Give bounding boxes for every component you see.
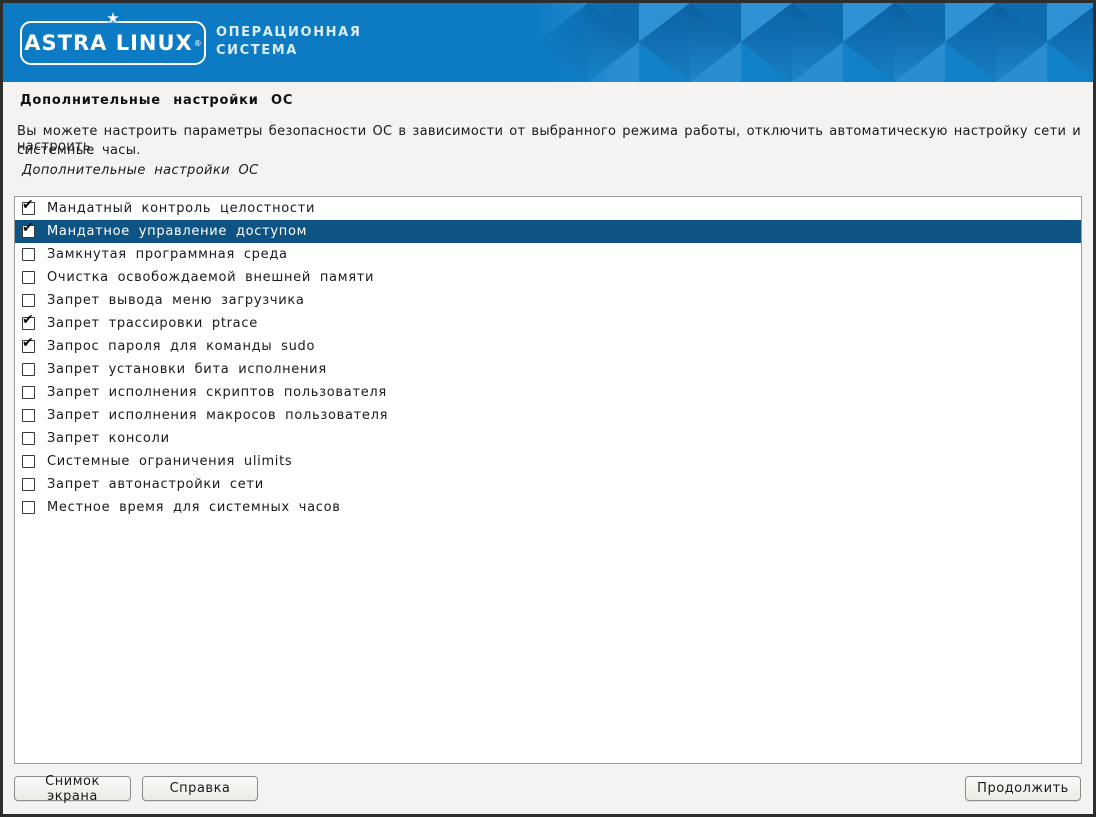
option-label: Запрет консоли xyxy=(47,431,170,446)
option-row[interactable]: ✔ Очистка освобождаемой внешней памяти xyxy=(15,266,1081,289)
header-facet-pattern xyxy=(537,3,1093,82)
option-label: Запрет исполнения макросов пользователя xyxy=(47,408,388,423)
checkbox[interactable]: ✔ xyxy=(22,294,35,307)
checkbox[interactable]: ✔ xyxy=(22,248,35,261)
option-row[interactable]: ✔ Системные ограничения ulimits xyxy=(15,450,1081,473)
checkbox[interactable]: ✔ xyxy=(22,455,35,468)
option-row[interactable]: ✔ Запрет трассировки ptrace xyxy=(15,312,1081,335)
option-label: Мандатное управление доступом xyxy=(47,224,307,239)
checkbox[interactable]: ✔ xyxy=(22,271,35,284)
installer-window: ★ ASTRA LINUX® ОПЕРАЦИОННАЯ СИСТЕМА Допо… xyxy=(0,0,1096,817)
option-label: Замкнутая программная среда xyxy=(47,247,288,262)
option-row[interactable]: ✔ Запрет исполнения макросов пользовател… xyxy=(15,404,1081,427)
option-row[interactable]: ✔ Мандатный контроль целостности xyxy=(15,197,1081,220)
option-label: Запрет трассировки ptrace xyxy=(47,316,258,331)
options-listbox: ✔ Мандатный контроль целостности ✔ Манда… xyxy=(14,196,1082,764)
logo-text: ASTRA LINUX xyxy=(24,31,192,55)
product-name-line1: ОПЕРАЦИОННАЯ xyxy=(216,24,361,42)
option-row[interactable]: ✔ Запрет установки бита исполнения xyxy=(15,358,1081,381)
checkbox[interactable]: ✔ xyxy=(22,363,35,376)
page-title: Дополнительные настройки ОС xyxy=(20,93,293,108)
page-description-line2: системные часы. xyxy=(17,143,141,158)
checkbox[interactable]: ✔ xyxy=(22,202,35,215)
option-label: Запрос пароля для команды sudo xyxy=(47,339,315,354)
checkmark-icon: ✔ xyxy=(22,336,34,350)
checkbox[interactable]: ✔ xyxy=(22,317,35,330)
option-row[interactable]: ✔ Запрет консоли xyxy=(15,427,1081,450)
option-row[interactable]: ✔ Местное время для системных часов xyxy=(15,496,1081,519)
checkbox[interactable]: ✔ xyxy=(22,432,35,445)
checkmark-icon: ✔ xyxy=(22,198,34,212)
option-row[interactable]: ✔ Запрет автонастройки сети xyxy=(15,473,1081,496)
option-label: Запрет исполнения скриптов пользователя xyxy=(47,385,387,400)
option-row[interactable]: ✔ Мандатное управление доступом xyxy=(15,220,1081,243)
checkbox[interactable]: ✔ xyxy=(22,225,35,238)
checkmark-icon: ✔ xyxy=(22,313,34,327)
checkbox[interactable]: ✔ xyxy=(22,409,35,422)
checkbox[interactable]: ✔ xyxy=(22,501,35,514)
product-name: ОПЕРАЦИОННАЯ СИСТЕМА xyxy=(216,24,361,60)
checkmark-icon: ✔ xyxy=(22,221,34,235)
registered-mark: ® xyxy=(194,39,202,48)
option-label: Запрет автонастройки сети xyxy=(47,477,264,492)
checkbox[interactable]: ✔ xyxy=(22,340,35,353)
option-row[interactable]: ✔ Запрет исполнения скриптов пользовател… xyxy=(15,381,1081,404)
option-label: Запрет установки бита исполнения xyxy=(47,362,327,377)
option-row[interactable]: ✔ Замкнутая программная среда xyxy=(15,243,1081,266)
option-label: Запрет вывода меню загрузчика xyxy=(47,293,305,308)
continue-button[interactable]: Продолжить xyxy=(965,776,1081,801)
page-description-line1: Вы можете настроить параметры безопаснос… xyxy=(17,124,1081,154)
option-row[interactable]: ✔ Запрет вывода меню загрузчика xyxy=(15,289,1081,312)
screenshot-button[interactable]: Снимок экрана xyxy=(14,776,131,801)
help-button[interactable]: Справка xyxy=(142,776,258,801)
star-icon: ★ xyxy=(106,11,119,26)
product-name-line2: СИСТЕМА xyxy=(216,42,361,60)
checkbox[interactable]: ✔ xyxy=(22,386,35,399)
option-label: Местное время для системных часов xyxy=(47,500,341,515)
header-banner: ★ ASTRA LINUX® ОПЕРАЦИОННАЯ СИСТЕМА xyxy=(3,3,1093,82)
option-label: Очистка освобождаемой внешней памяти xyxy=(47,270,374,285)
astra-linux-logo: ★ ASTRA LINUX® xyxy=(20,21,206,65)
option-label: Мандатный контроль целостности xyxy=(47,201,315,216)
option-label: Системные ограничения ulimits xyxy=(47,454,292,469)
section-label: Дополнительные настройки ОС xyxy=(22,163,259,178)
option-row[interactable]: ✔ Запрос пароля для команды sudo xyxy=(15,335,1081,358)
checkbox[interactable]: ✔ xyxy=(22,478,35,491)
